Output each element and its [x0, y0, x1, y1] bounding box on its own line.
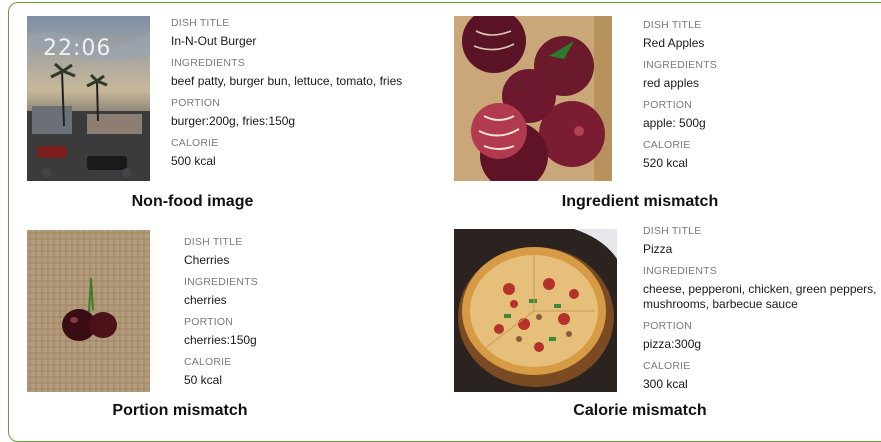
- caption-portion-mismatch: Portion mismatch: [112, 402, 248, 419]
- lockscreen-clock: 22:06: [43, 36, 112, 61]
- ingredients-value: cherries: [184, 293, 227, 307]
- ingredients-value: beef patty, burger bun, lettuce, tomato,…: [171, 74, 403, 88]
- cherries-photo: [27, 230, 150, 392]
- field-label: INGREDIENTS: [643, 265, 717, 277]
- pizza-photo: [454, 229, 617, 392]
- caption-calorie-mismatch: Calorie mismatch: [573, 402, 707, 419]
- field-label: PORTION: [643, 99, 693, 111]
- dish-title-value: In-N-Out Burger: [171, 34, 257, 48]
- calorie-value: 50 kcal: [184, 373, 223, 387]
- field-label: INGREDIENTS: [643, 59, 717, 71]
- field-label: CALORIE: [643, 360, 691, 372]
- field-label: DISH TITLE: [643, 19, 702, 31]
- calorie-value: 520 kcal: [643, 156, 688, 170]
- lockscreen-photo: 22:06: [27, 16, 150, 181]
- field-label: INGREDIENTS: [184, 276, 258, 288]
- portion-value: cherries:150g: [184, 333, 257, 347]
- field-label: DISH TITLE: [184, 236, 243, 248]
- apples-photo: [454, 16, 612, 181]
- dish-info-3: DISH TITLE Cherries INGREDIENTS cherries…: [184, 236, 258, 388]
- ingredients-value: cheese, pepperoni, chicken, green pepper…: [643, 282, 877, 311]
- calorie-value: 300 kcal: [643, 377, 688, 391]
- calorie-value: 500 kcal: [171, 154, 216, 168]
- portion-value: pizza:300g: [643, 337, 702, 351]
- dish-title-value: Cherries: [184, 253, 230, 267]
- field-label: DISH TITLE: [643, 225, 702, 237]
- field-label: INGREDIENTS: [171, 57, 245, 69]
- field-label: CALORIE: [171, 137, 219, 149]
- field-label: CALORIE: [643, 139, 691, 151]
- field-label: CALORIE: [184, 356, 232, 368]
- portion-value: burger:200g, fries:150g: [171, 114, 296, 128]
- dish-title-value: Red Apples: [643, 36, 705, 50]
- field-label: PORTION: [643, 320, 693, 332]
- caption-ingredient-mismatch: Ingredient mismatch: [561, 193, 719, 210]
- field-label: PORTION: [184, 316, 234, 328]
- dish-info-2: DISH TITLE Red Apples INGREDIENTS red ap…: [643, 19, 717, 171]
- portion-value: apple: 500g: [643, 116, 706, 130]
- caption-non-food: Non-food image: [131, 193, 254, 210]
- field-label: DISH TITLE: [171, 17, 230, 29]
- ingredients-value: red apples: [643, 76, 700, 90]
- dish-title-value: Pizza: [643, 242, 673, 256]
- field-label: PORTION: [171, 97, 221, 109]
- dish-info-4: DISH TITLE Pizza INGREDIENTS cheese, pep…: [643, 225, 879, 392]
- dish-info-1: DISH TITLE In-N-Out Burger INGREDIENTS b…: [171, 17, 402, 169]
